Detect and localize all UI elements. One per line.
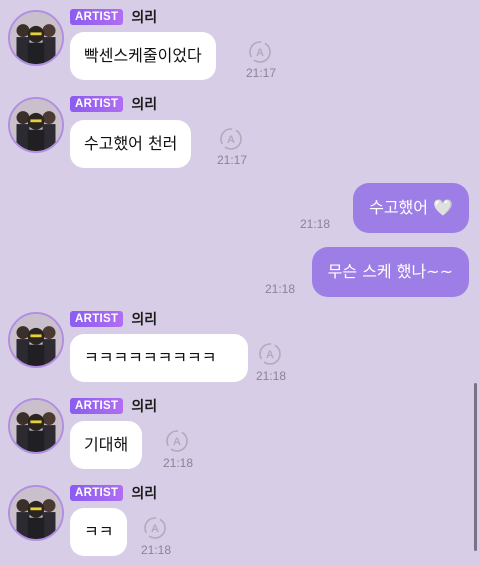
svg-text:A: A: [227, 134, 235, 146]
translate-icon: A: [249, 41, 271, 63]
message-bubble[interactable]: 빡센스케줄이었다: [70, 32, 216, 80]
artist-badge: ARTIST: [70, 398, 124, 414]
translate-button[interactable]: A: [219, 127, 243, 151]
message-time: 21:18: [265, 282, 296, 296]
group-photo-avatar: [10, 487, 62, 539]
scrollbar[interactable]: [474, 383, 477, 551]
message-time: 21:17: [246, 66, 277, 80]
sender-row: ARTIST 의리: [70, 398, 158, 415]
artist-badge: ARTIST: [70, 485, 124, 501]
sender-name: 의리: [131, 312, 158, 328]
message-bubble[interactable]: ㅋㅋㅋㅋㅋㅋㅋㅋㅋ: [70, 334, 248, 382]
translate-button[interactable]: A: [143, 516, 167, 540]
message-bubble[interactable]: 기대해: [70, 421, 143, 469]
artist-avatar[interactable]: [8, 10, 64, 66]
artist-badge: ARTIST: [70, 96, 124, 112]
translate-button[interactable]: A: [258, 342, 282, 366]
sender-name: 의리: [131, 399, 158, 415]
artist-avatar[interactable]: [8, 398, 64, 454]
artist-avatar[interactable]: [8, 97, 64, 153]
artist-badge: ARTIST: [70, 311, 124, 327]
sender-row: ARTIST 의리: [70, 311, 158, 328]
svg-text:A: A: [256, 47, 264, 59]
artist-badge: ARTIST: [70, 9, 124, 25]
translate-icon: A: [166, 430, 188, 452]
translate-icon: A: [220, 128, 242, 150]
svg-text:A: A: [151, 523, 159, 535]
group-photo-avatar: [10, 314, 62, 366]
message-bubble[interactable]: 무슨 스케 했나~~: [311, 247, 469, 297]
message-time: 21:18: [300, 217, 331, 231]
group-photo-avatar: [10, 400, 62, 452]
message-time: 21:17: [217, 153, 248, 167]
group-photo-avatar: [10, 99, 62, 151]
sender-row: ARTIST 의리: [70, 485, 158, 502]
artist-avatar[interactable]: [8, 312, 64, 368]
translate-button[interactable]: A: [165, 429, 189, 453]
sender-name: 의리: [131, 97, 158, 113]
message-time: 21:18: [256, 369, 287, 383]
sender-row: ARTIST 의리: [70, 96, 158, 113]
message-bubble[interactable]: 수고했어 천러: [70, 120, 192, 168]
sender-name: 의리: [131, 10, 158, 26]
sender-name: 의리: [131, 486, 158, 502]
artist-avatar[interactable]: [8, 485, 64, 541]
translate-icon: A: [259, 343, 281, 365]
message-bubble[interactable]: ㅋㅋ: [70, 508, 128, 556]
group-photo-avatar: [10, 12, 62, 64]
sender-row: ARTIST 의리: [70, 9, 158, 26]
message-bubble[interactable]: 수고했어 🤍: [353, 183, 469, 233]
message-time: 21:18: [141, 543, 172, 557]
chat-view: ARTIST 의리 빡센스케줄이었다 A 21:17 ARTIST 의리 수고했…: [0, 0, 480, 565]
translate-icon: A: [144, 517, 166, 539]
translate-button[interactable]: A: [248, 40, 272, 64]
svg-text:A: A: [173, 436, 181, 448]
message-time: 21:18: [163, 456, 194, 470]
svg-text:A: A: [266, 349, 274, 361]
